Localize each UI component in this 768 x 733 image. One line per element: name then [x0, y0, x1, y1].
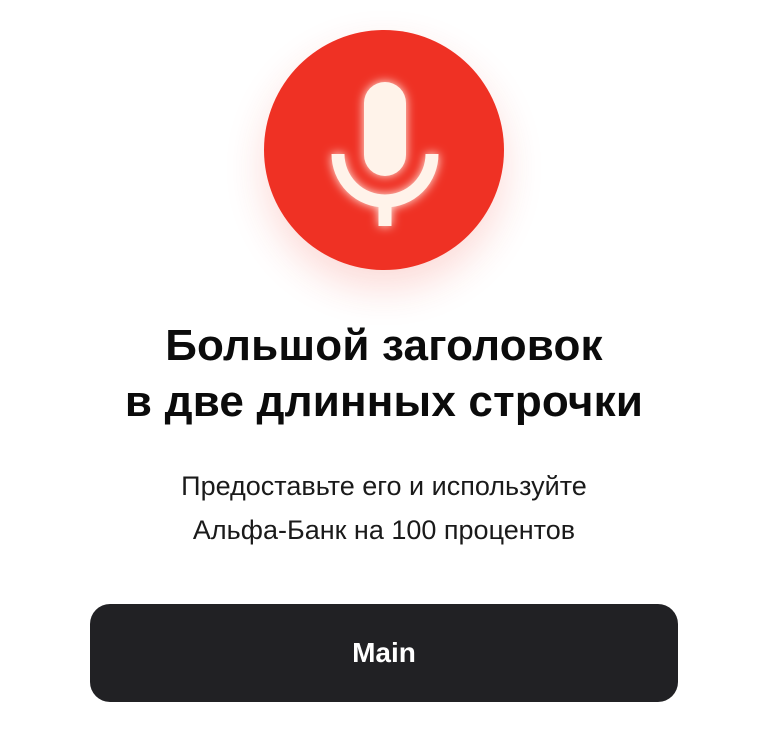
title-line-2: в две длинных строчки: [124, 377, 644, 426]
microphone-icon: [331, 82, 439, 226]
microphone-badge: [264, 30, 504, 270]
page-subtitle: Предоставьте его и используйте Альфа-Бан…: [0, 464, 768, 552]
page-title: Большой заголовок в две длинных строчки: [0, 318, 768, 430]
title-line-1: Большой заголовок: [165, 321, 603, 370]
main-button[interactable]: Main: [90, 604, 678, 702]
subtitle-line-1: Предоставьте его и используйте: [181, 471, 587, 501]
subtitle-line-2: Альфа-Банк на 100 процентов: [192, 515, 576, 545]
permission-screen: Большой заголовок в две длинных строчки …: [0, 0, 768, 733]
